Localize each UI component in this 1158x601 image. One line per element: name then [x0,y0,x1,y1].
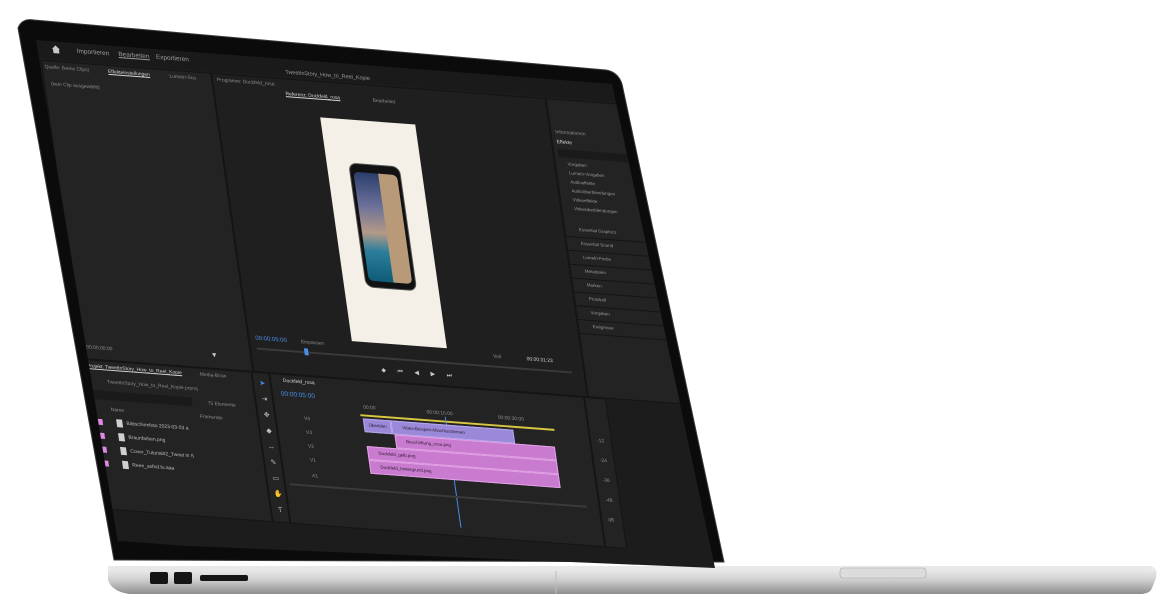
razor-icon[interactable]: ◆ [264,427,274,437]
track-v2[interactable]: V2 [308,444,315,450]
col-name[interactable]: Name [110,407,124,414]
pen-tool-icon[interactable]: ✎ [268,458,278,468]
tab-exportieren[interactable]: Exportieren [156,54,190,63]
program-timecode: 00:00:05:00 [255,335,288,345]
folder-video-transitions[interactable]: Videoüberblendungen [574,206,618,214]
meter-label: -24 [599,457,608,465]
phone-mockup [348,162,418,292]
ws-ereignisse[interactable]: Ereignisse [592,324,614,331]
ws-lumetri[interactable]: Lumetri-Farbe [583,255,612,262]
program-duration: 00:00:31:23 [526,356,554,365]
quality-dropdown[interactable]: Voll [493,354,502,361]
track-v1[interactable]: V1 [310,457,317,463]
ripple-edit-icon[interactable]: ✥ [262,411,272,421]
laptop-frame: Importieren Bearbeiten Exportieren Tweet… [0,0,1158,601]
clip-transition[interactable]: Überblen [362,418,393,435]
type-tool-icon[interactable]: T [275,506,285,516]
tab-importieren[interactable]: Importieren [76,48,110,57]
tab-program[interactable]: Programm: Dockfeld_rosa [217,77,275,87]
filter-icon[interactable]: ▼ [210,352,218,359]
effects-label[interactable]: Effekte [556,139,572,146]
tab-media-browser[interactable]: Media-Brow [199,372,226,380]
project-panel: Projekt: TweetInStory_How_to_Reel_Kopie … [83,358,273,523]
col-framerate[interactable]: Framerate [200,414,224,422]
timeline-scrollbar[interactable] [289,483,587,508]
info-label[interactable]: Informationen [555,129,586,137]
transport-controls[interactable]: ◆ ⏮ ◀ ▶ ⏭ [381,367,458,381]
track-select-icon[interactable]: ⇥ [260,395,270,405]
track-v3[interactable]: V3 [306,430,313,436]
ruler-30s: 00:00:30:00 [497,414,525,423]
folder-lumetri[interactable]: Lumetri-Vorgaben [569,170,605,178]
playhead[interactable] [303,348,309,356]
program-monitor: Programm: Dockfeld_rosa Referenz: Dockfe… [211,72,588,398]
tab-reference[interactable]: Referenz: Dockfeld_rosa [285,91,340,101]
selection-tool-icon[interactable]: ➤ [257,379,267,389]
project-title[interactable]: Projekt: TweetInStory_How_to_Reel_Kopie [87,363,183,376]
ruler-15s: 00:00:15:00 [426,409,454,418]
folder-vorgaben[interactable]: Vorgaben [567,162,587,168]
meter-label: dB [607,517,615,524]
ws-marken[interactable]: Marken [586,282,602,288]
folder-videoeffekte[interactable]: Videoeffekte [572,197,597,204]
image-file-icon [119,446,128,456]
tab-bearbeiten[interactable]: Bearbeiten [118,51,150,60]
meter-label: -12 [596,437,605,445]
project-file: TweetInStory_How_to_Reel_Kopie.prproj [106,379,199,393]
ruler-start: 00:00 [362,404,377,412]
ws-essential-sound[interactable]: Essential Sound [581,241,614,248]
meter-label: -48 [605,497,614,504]
tab-source[interactable]: Quelle: (keine Clips) [44,64,89,73]
tab-effect-controls[interactable]: Effekteinstellungen [108,69,151,78]
hand-tool-icon[interactable]: ✋ [273,490,283,500]
slip-tool-icon[interactable]: ↔ [266,442,276,452]
sequence-state: Bearbeitet [372,97,396,106]
home-icon[interactable] [50,44,61,55]
video-preview [320,117,447,349]
meter-label: -36 [602,477,611,485]
folder-audio-transitions[interactable]: Audioüberblendungen [571,188,615,196]
source-timecode: 00:00:00:00 [85,344,113,353]
ws-vorgaben[interactable]: Vorgaben [590,310,610,316]
track-a1[interactable]: A1 [312,473,319,479]
no-clip-text: (kein Clip ausgewählt) [50,81,101,91]
ws-metadaten[interactable]: Metadaten [584,269,606,276]
fit-dropdown[interactable]: Einpassen [301,339,325,347]
ws-essential-graphics[interactable]: Essential Graphics [579,227,617,235]
rectangle-tool-icon[interactable]: ▭ [271,474,281,484]
folder-audioeffekte[interactable]: Audioeffekte [570,179,595,186]
tab-lumetri-scopes[interactable]: Lumetri-Sco [169,74,197,82]
ws-protokoll[interactable]: Protokoll [588,296,606,302]
track-v4[interactable]: V4 [304,416,311,422]
image-file-icon [121,460,130,470]
image-file-icon [118,433,126,442]
timeline-timecode: 00:00:05:00 [280,390,316,401]
project-search[interactable] [92,389,193,407]
timeline-tab[interactable]: Dockfeld_rosa [283,378,315,386]
timeline-panel: Dockfeld_rosa 00:00:05:00 00:00 00:00:15… [269,373,606,548]
item-count: 75 Elemente [207,400,237,409]
image-file-icon [116,419,124,428]
